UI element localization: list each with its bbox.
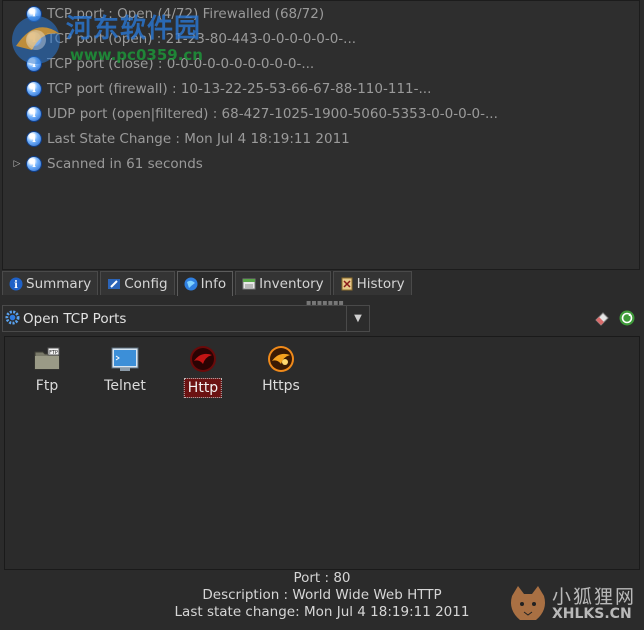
- svg-text:i: i: [14, 280, 18, 291]
- corner-watermark-cn: 小狐狸网: [552, 586, 637, 608]
- port-filter-select[interactable]: Open TCP Ports ▼: [2, 305, 370, 332]
- info-icon: i: [9, 277, 23, 291]
- eraser-icon: [595, 312, 609, 326]
- tree-row-last-state[interactable]: i Last State Change : Mon Jul 4 18:19:11…: [11, 129, 350, 149]
- corner-watermark-en: XHLKS.CN: [552, 606, 632, 622]
- info-icon: i: [27, 82, 41, 96]
- tab-label: History: [356, 275, 405, 292]
- select-value: Open TCP Ports: [23, 310, 127, 327]
- tree-row-tcp-firewall[interactable]: i TCP port (firewall) : 10-13-22-25-53-6…: [11, 79, 431, 99]
- tab-label: Inventory: [259, 275, 324, 292]
- tree-row-scan-time[interactable]: ▷ i Scanned in 61 seconds: [11, 154, 203, 174]
- tree-row-udp-open[interactable]: i UDP port (open|filtered) : 68-427-1025…: [11, 104, 498, 124]
- watermark-url: www.pc0359.cn: [70, 46, 203, 64]
- tab-label: Config: [124, 275, 168, 292]
- ftp-folder-icon: FTP: [34, 347, 60, 370]
- refresh-icon: [619, 310, 635, 326]
- gear-icon: [5, 310, 20, 325]
- info-icon: i: [27, 107, 41, 121]
- history-icon: [341, 277, 353, 290]
- info-icon: i: [27, 132, 41, 146]
- expand-arrow-icon[interactable]: ▷: [11, 159, 23, 169]
- config-icon: [108, 278, 121, 289]
- info-globe-icon: [184, 277, 198, 291]
- https-icon: [268, 346, 294, 372]
- refresh-button[interactable]: [619, 310, 635, 326]
- tab-label: Info: [200, 276, 227, 292]
- http-icon: [190, 346, 216, 372]
- tab-info[interactable]: Info: [176, 271, 234, 296]
- service-label: Telnet: [104, 378, 146, 394]
- tab-history[interactable]: History: [332, 271, 412, 295]
- watermark-text: 河东软件园: [66, 14, 202, 44]
- svg-text:FTP: FTP: [49, 350, 58, 356]
- chevron-down-icon[interactable]: ▼: [346, 306, 369, 331]
- service-label: Ftp: [35, 378, 59, 394]
- service-label: Http: [183, 378, 223, 398]
- tree-row-text: TCP port (firewall) : 10-13-22-25-53-66-…: [47, 81, 432, 97]
- service-label: Https: [262, 378, 300, 394]
- tree-row-text: UDP port (open|filtered) : 68-427-1025-1…: [47, 106, 498, 122]
- tree-row-text: Last State Change : Mon Jul 4 18:19:11 2…: [47, 131, 350, 147]
- service-icon-view[interactable]: FTP Ftp Telnet Http Https: [4, 336, 640, 570]
- tab-config[interactable]: Config: [100, 271, 175, 295]
- tree-row-text: Scanned in 61 seconds: [47, 156, 203, 172]
- telnet-monitor-icon: [111, 347, 139, 371]
- clear-eraser-button[interactable]: [594, 310, 610, 326]
- info-icon: i: [27, 157, 41, 171]
- tab-summary[interactable]: i Summary: [2, 271, 99, 295]
- tab-label: Summary: [26, 275, 92, 292]
- tab-bar: i Summary Config Info Inventory History: [2, 271, 414, 296]
- inventory-icon: [242, 278, 256, 289]
- tab-inventory[interactable]: Inventory: [235, 271, 331, 295]
